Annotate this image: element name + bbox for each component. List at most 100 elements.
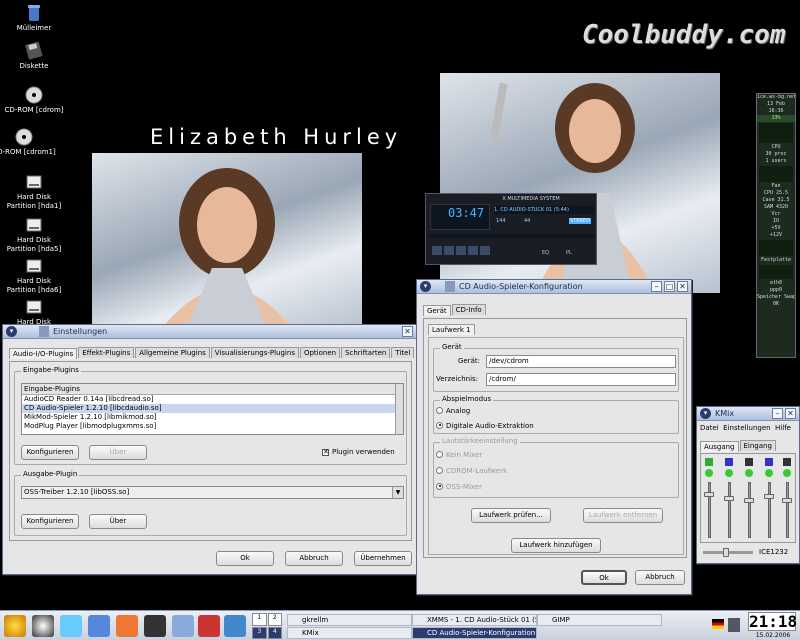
einstellungen-titlebar[interactable]: ▾ Einstellungen ✕ <box>3 325 416 339</box>
play-icon[interactable] <box>444 246 454 255</box>
use-plugin-checkbox[interactable]: ✕ Plugin verwenden <box>322 448 395 456</box>
tab-ausgang[interactable]: Ausgang <box>700 441 739 452</box>
radio-no-mixer[interactable]: Kein Mixer <box>436 450 482 459</box>
task-kmix[interactable]: KMix <box>287 627 412 639</box>
task-xmms[interactable]: XMMS - 1. CD Audio-Stück 01 (5:44) <box>412 614 537 626</box>
cd-config-titlebar[interactable]: ▾ CD Audio-Spieler-Konfiguration – □ ✕ <box>417 280 691 294</box>
desktop-3[interactable]: 3 <box>252 626 267 639</box>
menu-hilfe[interactable]: Hilfe <box>775 424 791 432</box>
ok-button[interactable]: Ok <box>216 551 274 566</box>
radio-oss-mixer[interactable]: OSS-Mixer <box>436 482 482 491</box>
kmix-titlebar[interactable]: ▾ KMix – ✕ <box>697 407 799 421</box>
next-icon[interactable] <box>480 246 490 255</box>
mute-led[interactable] <box>745 469 753 477</box>
directory-input[interactable]: /cdrom/ <box>486 373 676 386</box>
desktop-icon-cdrom[interactable]: CD-ROM [cdrom] <box>2 86 66 115</box>
help-icon[interactable] <box>172 615 194 637</box>
xmms-controls[interactable] <box>432 246 502 256</box>
input-plugin-list[interactable]: Eingabe-Plugins AudioCD Reader 0.14a [li… <box>21 383 404 435</box>
about-output-button[interactable]: Über <box>89 514 147 529</box>
prev-icon[interactable] <box>432 246 442 255</box>
desktop-icon-hda5[interactable]: Hard Disk Partition [hda5] <box>2 216 66 254</box>
about-input-button[interactable]: Über <box>89 445 147 460</box>
tab-visualisierung[interactable]: Visualisierungs-Plugins <box>210 347 299 358</box>
volume-slider[interactable] <box>748 482 751 538</box>
konqueror-icon[interactable] <box>60 615 82 637</box>
add-drive-button[interactable]: Laufwerk hinzufügen <box>511 538 601 553</box>
window-menu-icon[interactable]: ▾ <box>700 408 711 419</box>
tab-schriftarten[interactable]: Schriftarten <box>341 347 391 358</box>
tab-eingang[interactable]: Eingang <box>739 440 776 451</box>
edit-icon[interactable] <box>224 615 246 637</box>
window-menu-icon[interactable]: ▾ <box>420 281 431 292</box>
task-cd-config[interactable]: CD Audio-Spieler-Konfiguration <box>412 627 537 639</box>
close-icon[interactable]: ✕ <box>402 326 413 337</box>
desktop-icon-trash[interactable]: Mülleimer <box>2 4 66 33</box>
tab-titel[interactable]: Titel <box>391 347 415 358</box>
cancel-button[interactable]: Abbruch <box>285 551 343 566</box>
tab-allgemein[interactable]: Allgemeine Plugins <box>135 347 210 358</box>
tab-cd-info[interactable]: CD-Info <box>451 304 486 315</box>
configure-output-button[interactable]: Konfigurieren <box>21 514 79 529</box>
mute-led[interactable] <box>765 469 773 477</box>
home-edit-icon[interactable] <box>88 615 110 637</box>
tab-optionen[interactable]: Optionen <box>299 347 341 358</box>
menu-einstellungen[interactable]: Einstellungen <box>723 424 770 432</box>
radio-digital-extraction[interactable]: Digitale Audio-Extraktion <box>436 421 534 430</box>
cancel-button[interactable]: Abbruch <box>635 570 685 585</box>
check-drive-button[interactable]: Laufwerk prüfen... <box>471 508 551 523</box>
volume-slider[interactable] <box>786 482 789 538</box>
tab-laufwerk-1[interactable]: Laufwerk 1 <box>428 324 475 335</box>
minimize-icon[interactable]: – <box>651 281 662 292</box>
list-item[interactable]: ModPlug Player [libmodplugxmms.so] <box>22 422 403 431</box>
tux-icon[interactable] <box>32 615 54 637</box>
xmms-pl-toggle[interactable]: PL <box>566 250 572 256</box>
desktop-icon-cdrom1[interactable]: CD-ROM [cdrom1] <box>0 128 56 157</box>
app-launcher-icon[interactable] <box>198 615 220 637</box>
desktop-4[interactable]: 4 <box>267 626 282 639</box>
desktop-icon-harddisk[interactable]: Hard Disk <box>2 298 66 327</box>
kmenu-icon[interactable] <box>4 615 26 637</box>
device-input[interactable]: /dev/cdrom <box>486 355 676 368</box>
apply-button[interactable]: Übernehmen <box>354 551 412 566</box>
mute-led[interactable] <box>725 469 733 477</box>
window-menu-icon[interactable]: ▾ <box>6 326 17 337</box>
desktop-icon-hda6[interactable]: Hard Disk Partition [hda6] <box>2 257 66 295</box>
xmms-eq-toggle[interactable]: EQ <box>542 250 549 256</box>
remove-drive-button[interactable]: Laufwerk entfernen <box>583 508 663 523</box>
desktop-1[interactable]: 1 <box>252 613 267 626</box>
list-item[interactable]: MikMod-Spieler 1.2.10 [libmikmod.so] <box>22 413 403 422</box>
close-icon[interactable]: ✕ <box>785 408 796 419</box>
chevron-down-icon[interactable]: ▼ <box>392 487 403 498</box>
volume-slider[interactable] <box>728 482 731 538</box>
keyboard-flag-icon[interactable] <box>712 619 724 629</box>
terminal-icon[interactable] <box>144 615 166 637</box>
desktop-pager[interactable]: 1 2 3 4 <box>252 613 282 639</box>
home-icon[interactable] <box>116 615 138 637</box>
slider-handle[interactable] <box>744 498 754 503</box>
clock[interactable]: 21:18 <box>748 612 797 631</box>
tab-audio-io[interactable]: Audio-I/O-Plugins <box>9 348 78 359</box>
list-item[interactable]: AudioCD Reader 0.14a [libcdread.so] <box>22 395 403 404</box>
configure-input-button[interactable]: Konfigurieren <box>21 445 79 460</box>
radio-analog[interactable]: Analog <box>436 406 470 415</box>
maximize-icon[interactable]: □ <box>664 281 675 292</box>
slider-handle[interactable] <box>724 496 734 501</box>
pause-icon[interactable] <box>456 246 466 255</box>
task-gkrellm[interactable]: gkrellm <box>287 614 412 626</box>
slider-handle[interactable] <box>782 498 792 503</box>
output-plugin-select[interactable]: OSS-Treiber 1.2.10 [libOSS.so] <box>21 486 404 499</box>
stop-icon[interactable] <box>468 246 478 255</box>
desktop-2[interactable]: 2 <box>267 613 282 626</box>
minimize-icon[interactable]: – <box>772 408 783 419</box>
ok-button[interactable]: Ok <box>581 570 627 585</box>
tab-geraet[interactable]: Gerät <box>423 305 451 316</box>
radio-cdrom-drive[interactable]: CDROM-Laufwerk <box>436 466 507 475</box>
slider-handle[interactable] <box>704 492 714 497</box>
balance-handle[interactable] <box>723 548 729 557</box>
desktop-icon-hda1[interactable]: Hard Disk Partition [hda1] <box>2 173 66 211</box>
list-item[interactable]: CD Audio-Spieler 1.2.10 [libcdaudio.so] <box>22 404 403 413</box>
volume-slider[interactable] <box>708 482 711 538</box>
desktop-icon-floppy[interactable]: Diskette <box>2 42 66 71</box>
task-gimp[interactable]: GIMP <box>537 614 662 626</box>
